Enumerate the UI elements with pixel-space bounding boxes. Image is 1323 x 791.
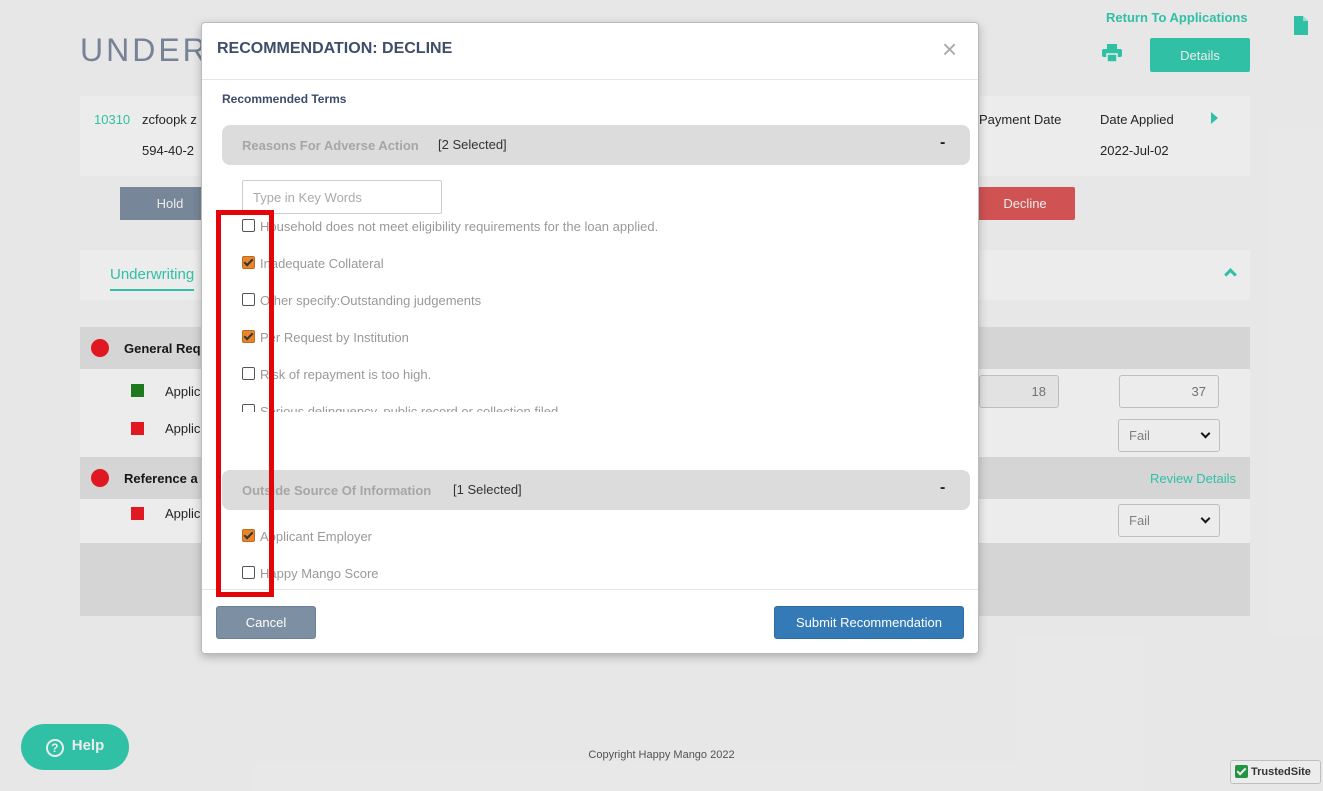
modal-title: RECOMMENDATION: DECLINE (217, 40, 453, 57)
collapse-toggle[interactable]: - (940, 134, 945, 152)
adverse-reasons-list: Household does not meet eligibility requ… (222, 216, 962, 412)
option-label: Inadequate Collateral (260, 256, 384, 271)
option-label: Other specify:Outstanding judgements (260, 293, 482, 308)
submit-recommendation-button[interactable]: Submit Recommendation (774, 606, 964, 639)
option-label: Serious delinquency, public record or co… (260, 404, 559, 412)
selected-count: [2 Selected] (438, 137, 507, 152)
modal-footer: Cancel Submit Recommendation (202, 589, 978, 653)
option-label: Risk of repayment is too high. (260, 367, 432, 382)
adverse-action-accordion-header[interactable]: Reasons For Adverse Action [2 Selected] … (222, 125, 970, 165)
option-label: Household does not meet eligibility requ… (260, 219, 659, 234)
outside-source-accordion-header[interactable]: Outside Source Of Information [1 Selecte… (222, 470, 970, 510)
accordion-title: Reasons For Adverse Action (242, 138, 419, 153)
close-icon[interactable]: × (942, 35, 957, 63)
recommended-terms-label: Recommended Terms (222, 92, 347, 106)
keyword-search-input[interactable] (242, 180, 442, 214)
option-label: Happy Mango Score (260, 566, 379, 581)
option-label: Applicant Employer (260, 529, 372, 544)
collapse-toggle[interactable]: - (940, 479, 945, 497)
recommendation-modal: RECOMMENDATION: DECLINE × Recommended Te… (201, 22, 979, 654)
selected-count: [1 Selected] (453, 482, 522, 497)
checkbox-column-highlight (216, 210, 274, 597)
modal-header: RECOMMENDATION: DECLINE × (202, 23, 978, 80)
option-label: Per Request by Institution (260, 330, 409, 345)
cancel-button[interactable]: Cancel (216, 606, 316, 639)
